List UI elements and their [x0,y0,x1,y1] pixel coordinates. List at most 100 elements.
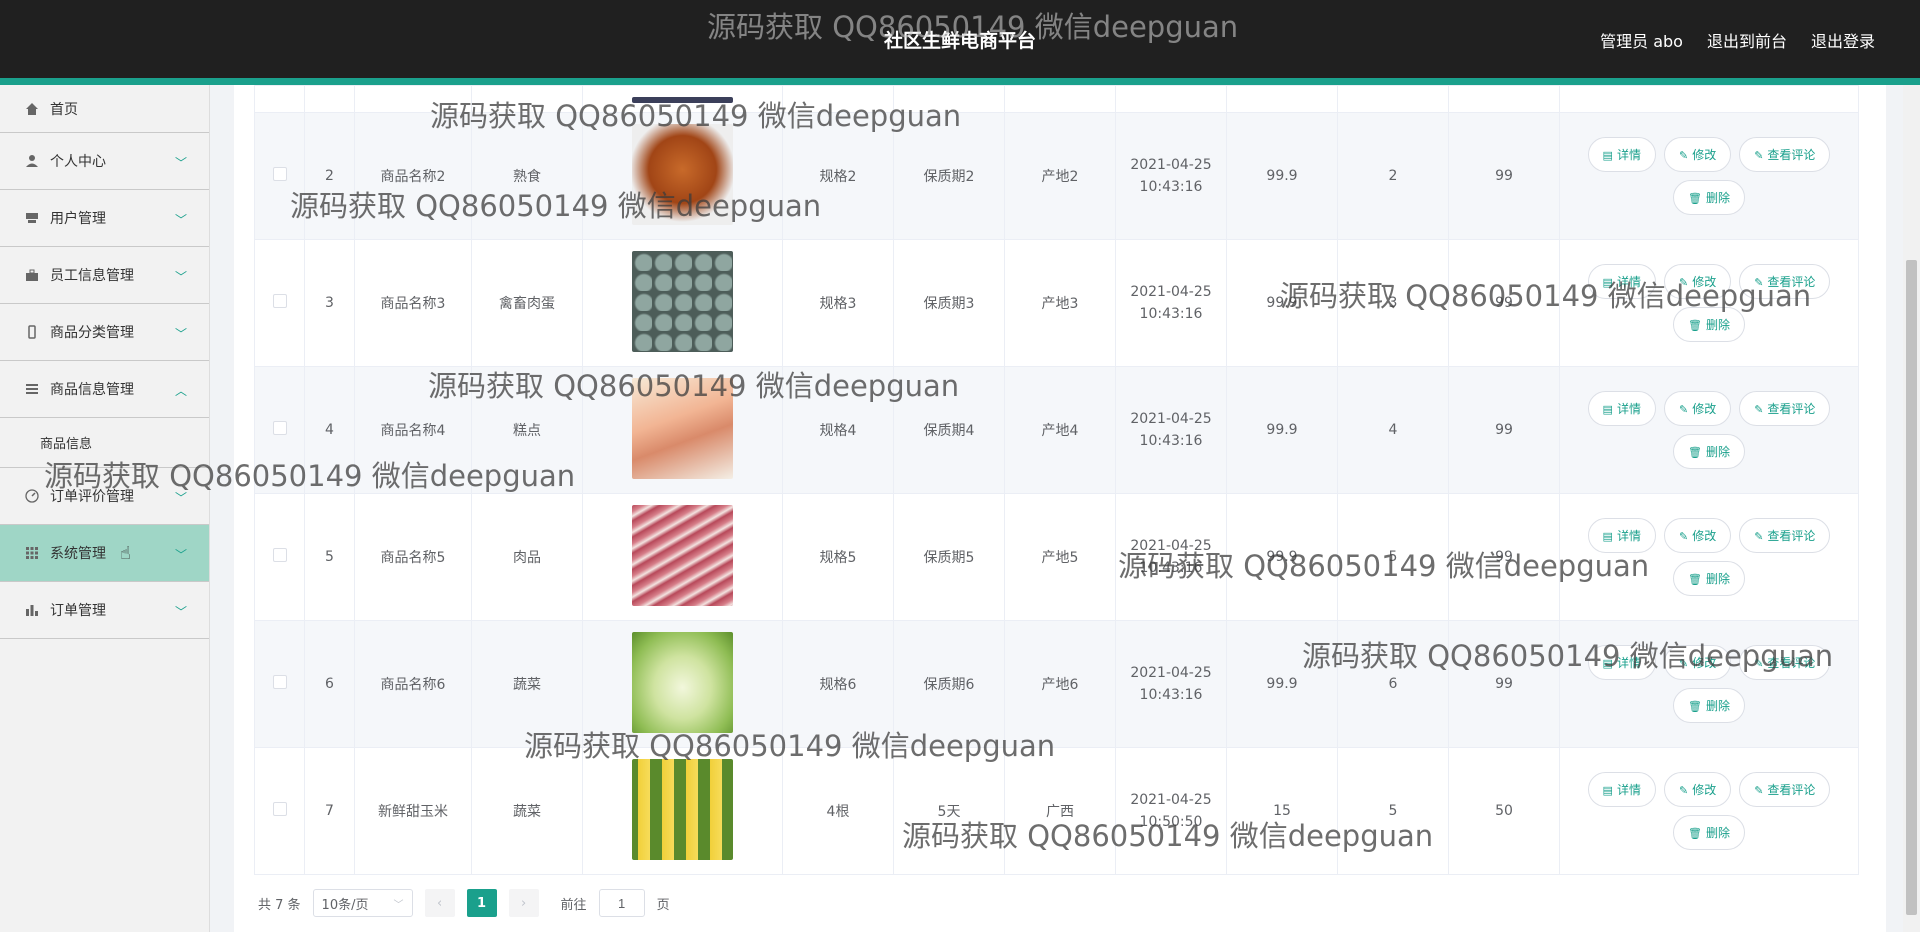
exit-to-frontend-link[interactable]: 退出到前台 [1707,28,1787,52]
admin-user-link[interactable]: 管理员 abo [1600,28,1683,52]
edit-button[interactable]: ✎ 修改 [1663,137,1732,172]
page-size-select[interactable]: 10条/页 ﹀ [312,889,413,917]
row-name: 商品名称4 [354,366,472,494]
view-reviews-button[interactable]: ✎ 查看评论 [1739,391,1831,426]
current-page-button[interactable]: 1 [466,889,497,917]
delete-button[interactable]: 🗑 删除 [1673,561,1745,596]
sidebar-item-home[interactable]: 首页 [0,85,209,133]
product-image-cabbage [632,631,733,733]
sidebar: 首页 个人中心 ﹀ 用户管理 ﹀ 员工信息管理 ﹀ 商品分类管理 ﹀ 商品信息管… [0,85,210,932]
detail-button[interactable]: ▤ 详情 [1587,264,1656,299]
home-icon [24,101,40,117]
delete-button[interactable]: 🗑 删除 [1673,688,1745,723]
row-date: 2021-04-25 10:43:16 [1115,493,1227,621]
row-date-day: 2021-04-25 [1130,284,1212,300]
sidebar-item-product-management[interactable]: 商品信息管理 ︿ [0,361,209,418]
chevron-down-icon: ﹀ [174,548,187,562]
row-shelf-life: 5天 [893,747,1005,875]
row-category: 糕点 [471,366,583,494]
edit-button[interactable]: ✎ 修改 [1663,645,1732,680]
row-date-day: 2021-04-25 [1130,411,1212,427]
chevron-down-icon: ﹀ [174,270,187,284]
product-image-corn [632,758,733,860]
sidebar-item-label: 个人中心 [50,154,106,170]
row-date-time: 10:43:16 [1139,560,1203,576]
row-category: 肉品 [471,493,583,621]
chevron-up-icon: ︿ [174,384,187,398]
row-spec: 规格5 [782,493,894,621]
row-date: 2021-04-25 10:43:16 [1115,239,1227,367]
edit-button[interactable]: ✎ 修改 [1663,772,1732,807]
pencil-icon: ✎ [1754,657,1764,670]
prev-page-button[interactable]: ‹ [424,889,455,917]
detail-button[interactable]: ▤ 详情 [1587,518,1656,553]
document-icon: ▤ [1602,276,1613,289]
row-date-time: 10:43:16 [1139,433,1203,449]
pencil-icon: ✎ [1754,276,1764,289]
row-checkbox[interactable] [272,421,287,435]
row-spec: 规格3 [782,239,894,367]
view-reviews-button[interactable]: ✎ 查看评论 [1739,518,1831,553]
goto-page-input[interactable] [598,889,645,917]
view-reviews-button[interactable]: ✎ 查看评论 [1739,645,1831,680]
row-stock: 99 [1448,366,1560,494]
page-scrollbar[interactable] [1903,85,1920,932]
edit-button[interactable]: ✎ 修改 [1663,518,1732,553]
table-row: 6 商品名称6 蔬菜 规格6 保质期6 产地6 2021-04-25 10:43:… [254,620,1859,748]
logout-link[interactable]: 退出登录 [1811,28,1875,52]
header-accent-strip [0,78,1920,85]
table-row: 4 商品名称4 糕点 规格4 保质期4 产地4 2021-04-25 10:43:… [254,366,1859,494]
row-date-time: 10:43:16 [1139,687,1203,703]
top-actions: 管理员 abo 退出到前台 退出登录 [1600,28,1875,52]
delete-button[interactable]: 🗑 删除 [1673,434,1745,469]
scrollbar-thumb[interactable] [1906,260,1917,915]
trash-icon: 🗑 [1688,573,1702,586]
row-origin: 产地3 [1004,239,1116,367]
view-reviews-button[interactable]: ✎ 查看评论 [1739,264,1831,299]
row-category: 蔬菜 [471,747,583,875]
row-date: 2021-04-25 10:43:16 [1115,112,1227,240]
trash-icon: 🗑 [1688,446,1702,459]
sidebar-item-user-management[interactable]: 用户管理 ﹀ [0,190,209,247]
sidebar-item-order-management[interactable]: 订单管理 ﹀ [0,582,209,639]
row-price: 99.9 [1226,112,1338,240]
trash-icon: 🗑 [1688,700,1702,713]
row-origin: 产地4 [1004,366,1116,494]
product-image-meat [632,504,733,606]
row-checkbox[interactable] [272,802,287,816]
next-page-button[interactable]: › [508,889,539,917]
chevron-down-icon: ﹀ [174,491,187,505]
row-shelf-life: 保质期5 [893,493,1005,621]
sidebar-subitem-product-info[interactable]: 商品信息 [0,418,209,468]
row-date-time: 10:43:16 [1139,306,1203,322]
edit-button[interactable]: ✎ 修改 [1663,264,1732,299]
detail-button[interactable]: ▤ 详情 [1587,645,1656,680]
detail-button[interactable]: ▤ 详情 [1587,772,1656,807]
delete-button[interactable]: 🗑 删除 [1673,307,1745,342]
view-reviews-button[interactable]: ✎ 查看评论 [1739,772,1831,807]
sidebar-item-system-management[interactable]: 系统管理 ☝ ﹀ [0,525,209,582]
row-id: 3 [304,239,355,367]
view-reviews-button[interactable]: ✎ 查看评论 [1739,137,1831,172]
row-checkbox[interactable] [272,548,287,562]
delete-button[interactable]: 🗑 删除 [1673,815,1745,850]
delete-button[interactable]: 🗑 删除 [1673,180,1745,215]
table-row: 3 商品名称3 禽畜肉蛋 规格3 保质期3 产地3 2021-04-25 10:4… [254,239,1859,367]
row-name: 商品名称5 [354,493,472,621]
sidebar-item-staff-management[interactable]: 员工信息管理 ﹀ [0,247,209,304]
row-checkbox[interactable] [272,294,287,308]
page-size-value: 10条/页 [321,897,369,913]
row-stock: 99 [1448,239,1560,367]
detail-button[interactable]: ▤ 详情 [1587,391,1656,426]
edit-button[interactable]: ✎ 修改 [1663,391,1732,426]
document-icon: ▤ [1602,530,1613,543]
main-content: 2 商品名称2 熟食 规格2 保质期2 产地2 2021-04-25 10:43:… [234,85,1886,932]
sidebar-item-personal-center[interactable]: 个人中心 ﹀ [0,133,209,190]
row-id: 5 [304,493,355,621]
sidebar-item-order-review[interactable]: 订单评价管理 ﹀ [0,468,209,525]
detail-button[interactable]: ▤ 详情 [1587,137,1656,172]
row-date: 2021-04-25 10:43:16 [1115,620,1227,748]
row-checkbox[interactable] [272,675,287,689]
sidebar-item-category-management[interactable]: 商品分类管理 ﹀ [0,304,209,361]
row-checkbox[interactable] [272,167,287,181]
